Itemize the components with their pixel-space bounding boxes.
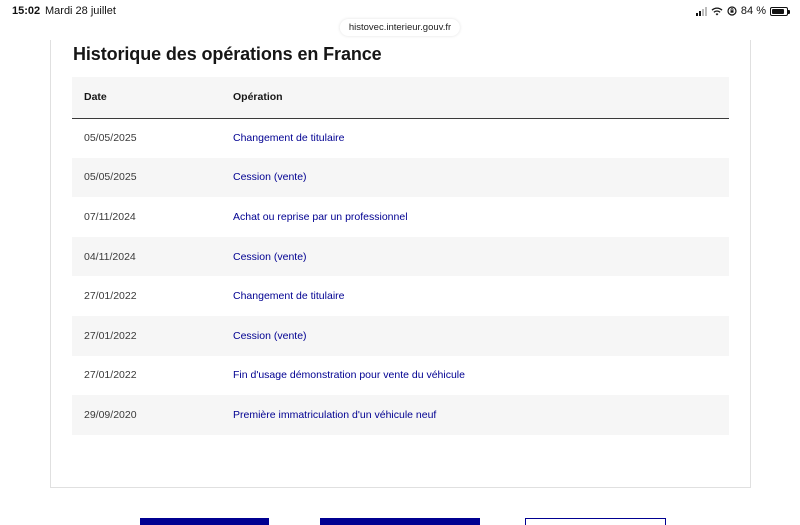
- row-date: 05/05/2025: [72, 157, 221, 198]
- status-indicators: 84 %: [695, 5, 790, 17]
- column-header-date: Date: [72, 77, 221, 119]
- column-header-operation: Opération: [221, 77, 729, 119]
- battery-icon: [770, 6, 790, 16]
- primary-action-button[interactable]: [140, 518, 269, 525]
- table-row: 29/09/2020 Première immatriculation d'un…: [72, 395, 729, 435]
- table-row: 27/01/2022 Changement de titulaire: [72, 276, 729, 316]
- operation-link[interactable]: Cession (vente): [233, 251, 307, 263]
- operation-link[interactable]: Première immatriculation d'un véhicule n…: [233, 409, 436, 421]
- operation-link[interactable]: Changement de titulaire: [233, 132, 345, 144]
- operation-link[interactable]: Fin d'usage démonstration pour vente du …: [233, 369, 465, 381]
- operations-table: Date Opération 05/05/2025 Changement de …: [72, 77, 729, 435]
- row-date: 04/11/2024: [72, 236, 221, 277]
- row-date: 07/11/2024: [84, 210, 136, 223]
- status-time: 15:02: [12, 5, 41, 17]
- table-row: 27/01/2022 Cession (vente): [72, 315, 729, 356]
- row-date: 27/01/2022: [84, 369, 137, 382]
- secondary-action-button[interactable]: [320, 518, 480, 525]
- table-row: 07/11/2024 Achat ou reprise par un profe…: [72, 197, 729, 237]
- operation-link[interactable]: Changement de titulaire: [233, 290, 345, 302]
- status-date: Mardi 28 juillet: [45, 5, 116, 17]
- table-row: 04/11/2024 Cession (vente): [72, 236, 729, 277]
- row-date: 27/01/2022: [72, 315, 221, 356]
- table-row: 27/01/2022 Fin d'usage démonstration pou…: [72, 356, 729, 396]
- cellular-signal-icon: [695, 6, 707, 16]
- history-card: Historique des opérations en France Date…: [50, 40, 751, 488]
- operation-link[interactable]: Cession (vente): [233, 330, 307, 342]
- row-date: 29/09/2020: [72, 395, 221, 435]
- section-title: Historique des opérations en France: [73, 44, 382, 64]
- table-row: 05/05/2025 Cession (vente): [72, 157, 729, 198]
- operation-link[interactable]: Cession (vente): [233, 171, 307, 183]
- battery-fill: [772, 8, 784, 14]
- outline-action-button[interactable]: [525, 518, 666, 525]
- battery-percent: 84 %: [740, 5, 766, 17]
- wifi-icon: [711, 6, 723, 15]
- table-row: 05/05/2025 Changement de titulaire: [72, 118, 729, 158]
- screen-lock-rotation-icon: [727, 6, 737, 16]
- address-bar[interactable]: histovec.interieur.gouv.fr: [339, 19, 461, 36]
- row-date: 05/05/2025: [84, 132, 137, 145]
- operation-link[interactable]: Achat ou reprise par un professionnel: [233, 211, 408, 223]
- row-date: 27/01/2022: [84, 290, 137, 303]
- table-header-row: Date Opération: [72, 77, 729, 119]
